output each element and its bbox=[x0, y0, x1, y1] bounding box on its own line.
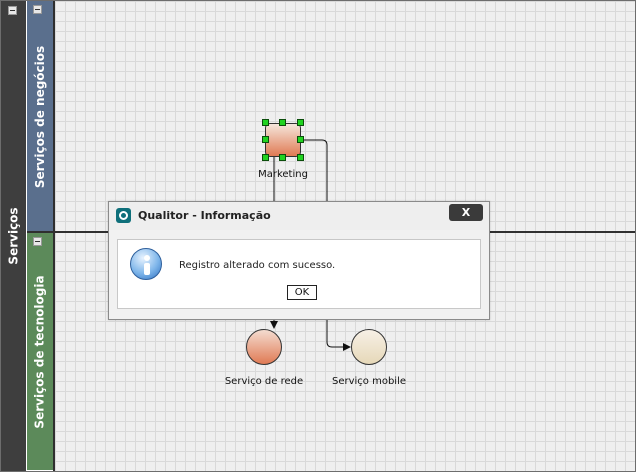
info-icon bbox=[130, 248, 162, 280]
node-service-network-label: Serviço de rede bbox=[224, 376, 304, 387]
dialog-title: Qualitor - Informação bbox=[138, 209, 271, 222]
selection-handle-n[interactable] bbox=[279, 119, 286, 126]
selection-handle-se[interactable] bbox=[297, 154, 304, 161]
node-service-mobile[interactable] bbox=[351, 329, 387, 365]
selection-handle-s[interactable] bbox=[279, 154, 286, 161]
dialog-body: Registro alterado com sucesso. OK bbox=[117, 239, 481, 309]
task-marketing[interactable] bbox=[265, 123, 301, 157]
selection-handle-nw[interactable] bbox=[262, 119, 269, 126]
dialog-titlebar: Qualitor - Informação X bbox=[109, 202, 489, 230]
ok-button[interactable]: OK bbox=[287, 285, 317, 300]
qualitor-logo-icon bbox=[116, 208, 131, 223]
info-dialog: Qualitor - Informação X Registro alterad… bbox=[108, 201, 490, 320]
selection-handle-ne[interactable] bbox=[297, 119, 304, 126]
selection-handle-w[interactable] bbox=[262, 136, 269, 143]
task-marketing-label: Marketing bbox=[258, 169, 308, 180]
selection-handle-sw[interactable] bbox=[262, 154, 269, 161]
dialog-message: Registro alterado com sucesso. bbox=[179, 260, 336, 271]
node-service-network[interactable] bbox=[246, 329, 282, 365]
selection-handle-e[interactable] bbox=[297, 136, 304, 143]
node-service-mobile-label: Serviço mobile bbox=[331, 376, 407, 387]
dialog-close-button[interactable]: X bbox=[449, 204, 483, 221]
